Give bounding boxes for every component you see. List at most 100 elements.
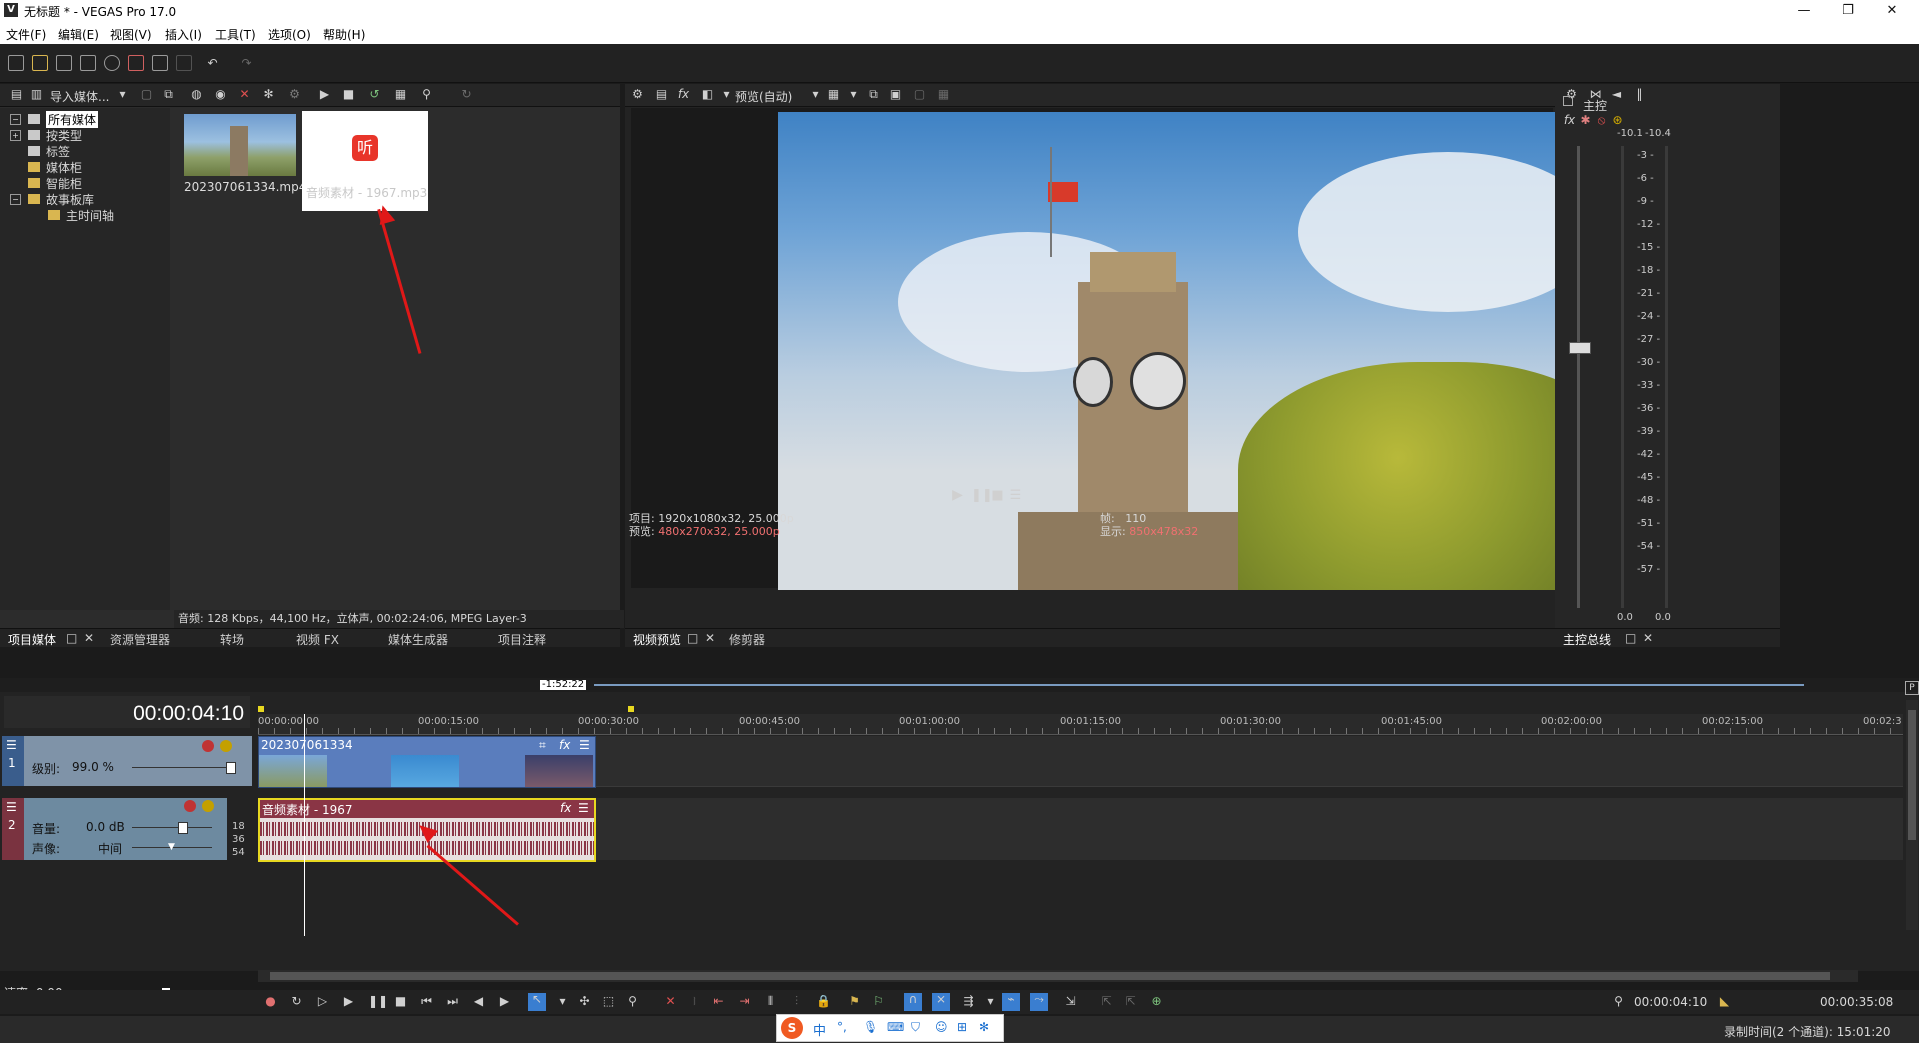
level-slider[interactable] <box>132 767 232 768</box>
marker-icon[interactable]: ⚑ <box>848 995 861 1008</box>
quality-dropdown-icon[interactable]: ▾ <box>809 88 822 101</box>
ime-logo-icon[interactable]: S <box>781 1017 803 1039</box>
ime-keyboard-icon[interactable]: ⌨ <box>887 1020 904 1034</box>
tree-media-bins[interactable]: 媒体柜 <box>46 159 82 176</box>
preview-quality-dropdown[interactable]: 预览(自动) <box>735 88 792 105</box>
preview-frame[interactable] <box>778 112 1628 590</box>
media-properties-icon[interactable]: ✻ <box>262 88 275 101</box>
tab-close-icon[interactable]: ✕ <box>1643 631 1653 645</box>
preview-device-icon[interactable]: ▤ <box>655 88 668 101</box>
event-tool-icon[interactable]: ⇱ <box>1124 995 1137 1008</box>
stop-icon[interactable]: ■ <box>394 995 407 1008</box>
selection-tool-icon[interactable]: ⬚ <box>602 995 615 1008</box>
go-to-end-icon[interactable]: ⏭ <box>446 995 459 1008</box>
master-solo-icon[interactable]: ⊛ <box>1611 114 1624 127</box>
refresh-icon[interactable]: ↻ <box>460 88 473 101</box>
add-track-icon[interactable]: ⊕ <box>1150 995 1163 1008</box>
event-pan-icon[interactable]: ⇱ <box>1100 995 1113 1008</box>
tab-video-preview[interactable]: 视频预览 <box>633 631 681 648</box>
save-icon[interactable] <box>56 55 72 71</box>
loop-playback-icon[interactable]: ↻ <box>290 995 303 1008</box>
views-icon[interactable]: ▦ <box>394 88 407 101</box>
zoom-tool-icon[interactable]: ⚲ <box>626 995 639 1008</box>
collapse-storyboard-icon[interactable]: − <box>10 194 21 205</box>
level-value[interactable]: 99.0 % <box>72 760 114 774</box>
delete-icon[interactable]: ✕ <box>664 995 677 1008</box>
timecode-display[interactable]: 00:00:04:10 <box>133 702 244 726</box>
preview-stop-icon[interactable]: ■ <box>991 489 1004 502</box>
ime-skin-icon[interactable]: ⛉ <box>911 1020 920 1035</box>
overlays-grid-icon[interactable]: ▦ <box>827 88 840 101</box>
get-media-icon[interactable]: ⧉ <box>162 88 175 101</box>
external-monitor-icon[interactable]: ▢ <box>913 88 926 101</box>
go-to-start-icon[interactable]: ⏮ <box>420 995 433 1008</box>
tool-dropdown-icon[interactable]: ▾ <box>556 995 569 1008</box>
tab-master-bus[interactable]: 主控总线 <box>1563 631 1611 648</box>
auto-crossfade-icon[interactable]: ⨯ <box>932 993 950 1011</box>
envelope-tool-icon[interactable]: ✣ <box>578 995 591 1008</box>
new-project-icon[interactable] <box>8 55 24 71</box>
loop-end-marker[interactable] <box>628 706 634 712</box>
track-menu-icon[interactable]: ☰ <box>6 738 17 752</box>
close-icon[interactable]: ✕ <box>1870 0 1914 22</box>
media-view-icon[interactable]: ▤ <box>10 88 23 101</box>
play-icon[interactable]: ▶ <box>342 995 355 1008</box>
search-icon[interactable]: ⚲ <box>420 88 433 101</box>
zoom-in-icon[interactable]: ⇲ <box>1064 995 1077 1008</box>
prev-frame-icon[interactable]: ◀ <box>472 995 485 1008</box>
crop-icon[interactable]: ⌗ <box>539 738 546 753</box>
solo-icon[interactable] <box>220 740 232 752</box>
mixer-icon[interactable]: ‖ <box>1633 88 1646 101</box>
tree-storyboard-bin[interactable]: 故事板库 <box>46 191 94 208</box>
preview-play-icon[interactable]: ▶ <box>951 488 964 502</box>
tab-undock-icon[interactable]: □ <box>1625 631 1636 645</box>
video-fx-icon[interactable]: fx <box>677 88 690 101</box>
ripple-dropdown-icon[interactable]: ▾ <box>984 995 997 1008</box>
tab-undock-icon[interactable]: □ <box>687 631 698 645</box>
timeline-vertical-scrollbar[interactable] <box>1906 700 1918 930</box>
trim-start-icon[interactable]: ⇤ <box>712 995 725 1008</box>
track-menu-icon[interactable]: ☰ <box>6 800 17 814</box>
play-from-start-icon[interactable]: ▷ <box>316 995 329 1008</box>
pause-icon[interactable]: ❚❚ <box>368 995 388 1008</box>
menu-options[interactable]: 选项(O) <box>268 26 311 43</box>
ripple-edit-icon[interactable]: ⇶ <box>962 995 975 1008</box>
mute-icon[interactable] <box>202 740 214 752</box>
cursor-time[interactable]: 00:00:04:10 <box>1634 995 1707 1009</box>
record-icon[interactable]: ● <box>264 995 277 1008</box>
display-icon[interactable]: ▦ <box>937 88 950 101</box>
master-fx-icon[interactable]: fx <box>1563 114 1576 127</box>
auto-preview-icon[interactable]: ↺ <box>368 88 381 101</box>
overlays-dropdown-icon[interactable]: ▾ <box>847 88 860 101</box>
time-ruler[interactable]: 00:00:00:00 00:00:15:00 00:00:30:00 00:0… <box>258 714 1903 735</box>
split-icon[interactable]: ⫴ <box>764 995 777 1008</box>
menu-insert[interactable]: 插入(I) <box>165 26 202 43</box>
lock-envelopes-icon[interactable]: ⌁ <box>1002 993 1020 1011</box>
tree-tags[interactable]: 标签 <box>46 143 70 160</box>
next-frame-icon[interactable]: ▶ <box>498 995 511 1008</box>
menu-edit[interactable]: 编辑(E) <box>58 26 99 43</box>
master-fx2-icon[interactable]: ✱ <box>1579 114 1592 127</box>
loop-start-marker[interactable] <box>258 706 264 712</box>
extract-audio-icon[interactable]: ◉ <box>214 88 227 101</box>
selection-end-time[interactable]: 00:00:35:08 <box>1820 995 1893 1009</box>
ime-assistant-icon[interactable]: ☺ <box>935 1020 948 1034</box>
dropdown-icon[interactable]: ▾ <box>116 88 129 101</box>
tab-project-notes[interactable]: 项目注释 <box>498 631 546 648</box>
stop-preview-icon[interactable]: ■ <box>342 88 355 101</box>
tree-main-timeline[interactable]: 主时间轴 <box>66 207 114 224</box>
paste-icon[interactable] <box>176 55 192 71</box>
clip-fx-icon[interactable]: fx <box>560 801 571 815</box>
remove-media-icon[interactable]: ✕ <box>238 88 251 101</box>
tab-close-icon[interactable]: ✕ <box>84 631 94 645</box>
preview-menu-icon[interactable]: ☰ <box>1009 489 1022 502</box>
audio-track-header[interactable]: ☰ 2 音量: 0.0 dB 声像: 中间 ▼ <box>2 798 227 860</box>
master-checkbox-icon[interactable] <box>1563 96 1573 106</box>
menu-file[interactable]: 文件(F) <box>6 26 46 43</box>
tree-by-type[interactable]: 按类型 <box>46 127 82 144</box>
ignore-grouping-icon[interactable]: ⫶ <box>790 995 803 1008</box>
volume-value[interactable]: 0.0 dB <box>86 820 125 834</box>
loop-region-line[interactable] <box>594 684 1804 686</box>
lock-icon[interactable]: 🔒 <box>816 995 831 1008</box>
level-slider-thumb[interactable] <box>226 762 236 774</box>
